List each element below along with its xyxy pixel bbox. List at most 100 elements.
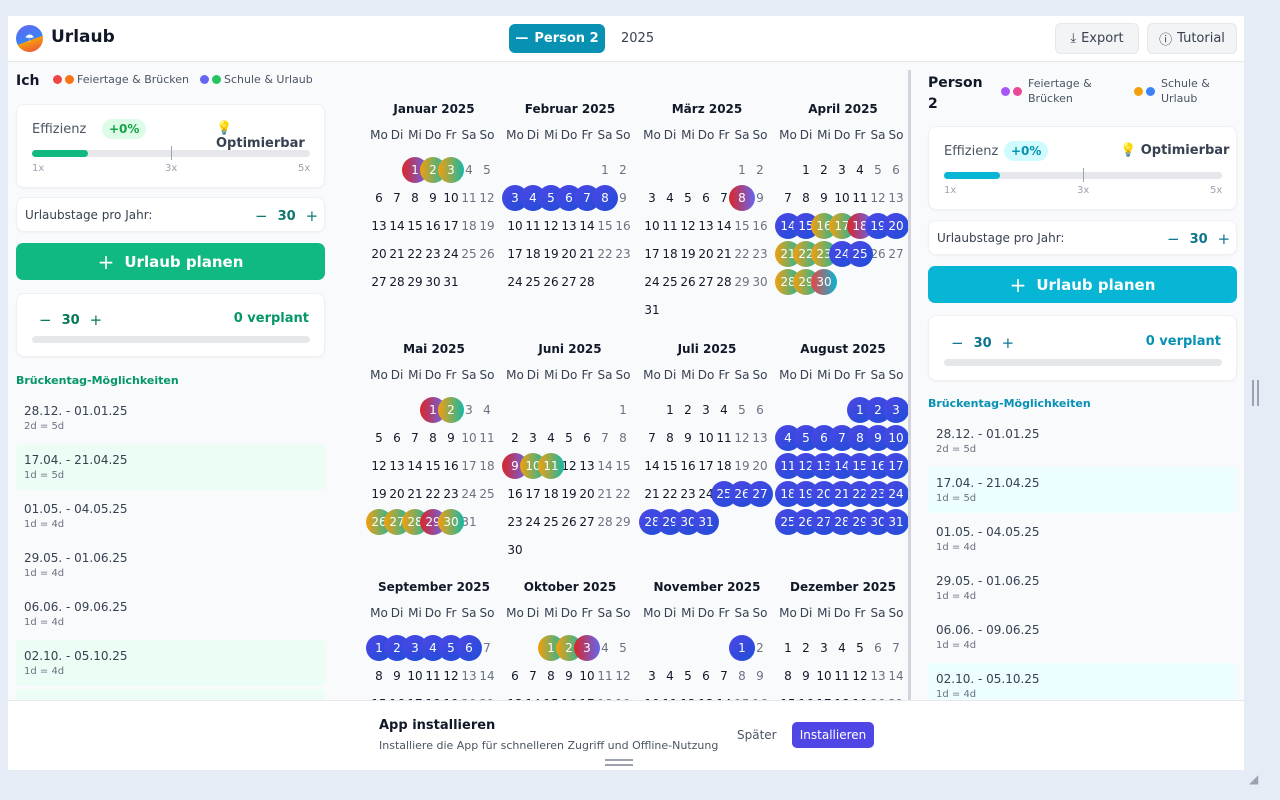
day-cell[interactable]: 27 (697, 268, 715, 296)
day-cell[interactable]: 19 (542, 240, 560, 268)
day-cell[interactable]: 16 (506, 480, 524, 508)
plus-button[interactable]: + (90, 311, 103, 329)
day-cell[interactable]: 22 (424, 480, 442, 508)
day-cell[interactable]: 16 (424, 212, 442, 240)
day-cell[interactable]: 7 (779, 184, 797, 212)
day-cell[interactable]: 24 (883, 480, 908, 508)
day-cell[interactable]: 17 (883, 452, 908, 480)
day-cell[interactable]: 11 (424, 662, 442, 690)
day-cell[interactable]: 11 (661, 212, 679, 240)
day-cell[interactable]: 17 (460, 452, 478, 480)
install-button[interactable]: Installieren (792, 722, 874, 748)
minus-button[interactable]: − (951, 334, 964, 352)
day-cell[interactable]: 3 (697, 396, 715, 424)
day-cell[interactable]: 8 (614, 424, 632, 452)
day-cell[interactable]: 21 (406, 480, 424, 508)
day-cell[interactable]: 7 (406, 424, 424, 452)
day-cell[interactable]: 13 (751, 424, 769, 452)
panel-divider[interactable] (908, 70, 911, 700)
day-cell[interactable]: 11 (538, 452, 564, 480)
later-button[interactable]: Später (737, 728, 777, 742)
day-cell[interactable]: 1 (661, 396, 679, 424)
day-cell[interactable]: 19 (560, 480, 578, 508)
day-cell[interactable]: 9 (424, 184, 442, 212)
day-cell[interactable]: 15 (733, 212, 751, 240)
day-cell[interactable]: 10 (815, 662, 833, 690)
day-cell[interactable]: 20 (370, 240, 388, 268)
day-cell[interactable]: 4 (715, 396, 733, 424)
day-cell[interactable]: 27 (578, 508, 596, 536)
day-cell[interactable]: 13 (578, 452, 596, 480)
day-cell[interactable]: 5 (614, 634, 632, 662)
day-cell[interactable]: 13 (560, 212, 578, 240)
day-cell[interactable]: 13 (869, 662, 887, 690)
day-cell[interactable]: 3 (883, 396, 908, 424)
day-cell[interactable]: 29 (406, 268, 424, 296)
day-cell[interactable]: 18 (715, 452, 733, 480)
day-cell[interactable]: 25 (847, 240, 873, 268)
day-cell[interactable]: 13 (697, 212, 715, 240)
day-cell[interactable]: 23 (442, 480, 460, 508)
plan-vacation-button[interactable]: + Urlaub planen (928, 266, 1237, 303)
day-cell[interactable]: 8 (370, 662, 388, 690)
day-cell[interactable]: 27 (560, 268, 578, 296)
person-2-toggle-button[interactable]: — Person 2 (509, 24, 605, 53)
day-cell[interactable]: 13 (388, 452, 406, 480)
day-cell[interactable]: 13 (887, 184, 905, 212)
day-cell[interactable]: 21 (643, 480, 661, 508)
day-cell[interactable]: 20 (751, 452, 769, 480)
day-cell[interactable]: 9 (388, 662, 406, 690)
day-cell[interactable]: 8 (424, 424, 442, 452)
day-cell[interactable]: 2 (614, 156, 632, 184)
day-cell[interactable]: 6 (506, 662, 524, 690)
day-cell[interactable]: 14 (578, 212, 596, 240)
day-cell[interactable]: 4 (661, 662, 679, 690)
day-cell[interactable]: 18 (524, 240, 542, 268)
day-cell[interactable]: 8 (779, 662, 797, 690)
right-resize-handle[interactable] (1252, 380, 1259, 406)
day-cell[interactable]: 2 (506, 424, 524, 452)
day-cell[interactable]: 27 (747, 480, 773, 508)
export-button[interactable]: ⤓ Export (1055, 23, 1139, 54)
day-cell[interactable]: 20 (578, 480, 596, 508)
day-cell[interactable]: 28 (596, 508, 614, 536)
day-cell[interactable]: 10 (578, 662, 596, 690)
day-cell[interactable]: 26 (542, 268, 560, 296)
day-cell[interactable]: 8 (406, 184, 424, 212)
day-cell[interactable]: 7 (524, 662, 542, 690)
day-cell[interactable]: 3 (643, 184, 661, 212)
day-cell[interactable]: 11 (851, 184, 869, 212)
day-cell[interactable]: 17 (524, 480, 542, 508)
day-cell[interactable]: 26 (560, 508, 578, 536)
day-cell[interactable]: 9 (797, 662, 815, 690)
day-cell[interactable]: 3 (574, 634, 600, 662)
day-cell[interactable]: 3 (438, 156, 464, 184)
day-cell[interactable]: 30 (811, 268, 837, 296)
day-cell[interactable]: 5 (851, 634, 869, 662)
day-cell[interactable]: 26 (679, 268, 697, 296)
day-cell[interactable]: 10 (833, 184, 851, 212)
bridge-item[interactable]: 17.04. - 21.04.25 1d = 5d (16, 444, 325, 490)
day-cell[interactable]: 18 (661, 240, 679, 268)
plus-button[interactable]: + (306, 207, 319, 225)
day-cell[interactable]: 12 (679, 212, 697, 240)
day-cell[interactable]: 30 (751, 268, 769, 296)
day-cell[interactable]: 14 (596, 452, 614, 480)
day-cell[interactable]: 6 (388, 424, 406, 452)
bridge-item[interactable]: 28.12. - 01.01.25 2d = 5d (16, 395, 325, 441)
plus-button[interactable]: + (1002, 334, 1015, 352)
day-cell[interactable]: 14 (388, 212, 406, 240)
bridge-item[interactable]: 02.10. - 05.10.25 1d = 4d (16, 640, 325, 686)
year-selector[interactable]: 2025 (621, 31, 654, 46)
day-cell[interactable]: 12 (733, 424, 751, 452)
day-cell[interactable]: 31 (643, 296, 661, 324)
day-cell[interactable]: 10 (697, 424, 715, 452)
day-cell[interactable]: 19 (478, 212, 496, 240)
day-cell[interactable]: 10 (460, 424, 478, 452)
day-cell[interactable]: 30 (438, 508, 464, 536)
day-cell[interactable]: 12 (542, 212, 560, 240)
day-cell[interactable]: 11 (524, 212, 542, 240)
day-cell[interactable]: 10 (506, 212, 524, 240)
day-cell[interactable]: 17 (643, 240, 661, 268)
bridge-item[interactable]: 29.05. - 01.06.25 1d = 4d (928, 565, 1237, 611)
